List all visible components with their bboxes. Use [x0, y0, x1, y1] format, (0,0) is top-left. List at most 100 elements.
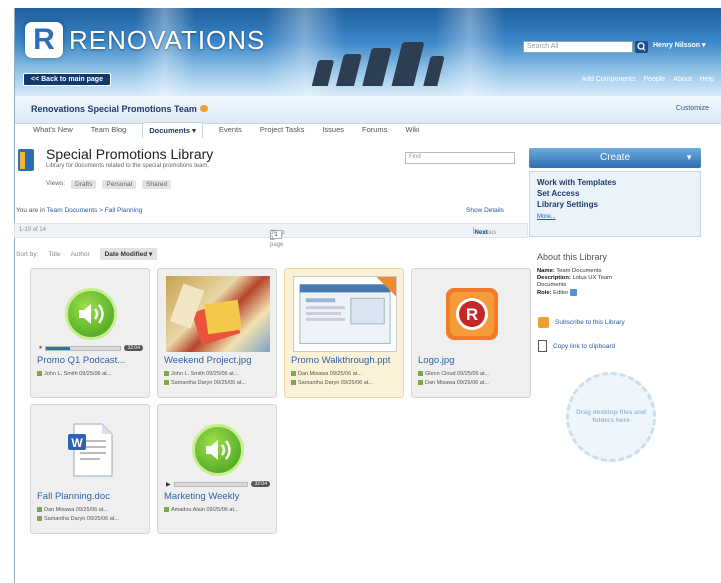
add-components-link[interactable]: Add Components — [581, 76, 635, 83]
file-thumbnail[interactable] — [166, 412, 270, 488]
file-card[interactable]: Weekend Project.jpg John L. Smith 09/25/… — [157, 268, 277, 398]
drop-zone-text: Drag desktop files and folders here — [576, 409, 646, 424]
work-with-templates-link[interactable]: Work with Templates — [537, 178, 693, 187]
audio-player[interactable]: ⏸ 32:04 — [39, 344, 143, 352]
file-card[interactable]: W Fall Planning.doc Dan Misawa 09/25/06 … — [30, 404, 150, 534]
view-drafts[interactable]: Drafts — [71, 180, 97, 189]
tab-team-blog[interactable]: Team Blog — [89, 122, 128, 138]
audio-icon — [192, 424, 244, 476]
create-label: Create — [599, 152, 630, 163]
breadcrumb-path[interactable]: Team Documents > Fall Planning — [47, 207, 143, 214]
tab-project-tasks[interactable]: Project Tasks — [258, 122, 306, 138]
customize-link[interactable]: Customize — [676, 105, 709, 112]
global-search-input[interactable]: Search All — [523, 41, 633, 53]
tab-issues[interactable]: Issues — [320, 122, 346, 138]
people-link[interactable]: People — [644, 76, 666, 83]
help-link[interactable]: Help — [700, 76, 714, 83]
view-personal[interactable]: Personal — [102, 180, 137, 189]
paint-swatch-icon — [169, 283, 242, 346]
copy-label: Copy link to clipboard — [553, 342, 616, 350]
file-card[interactable]: ▶ 32:04 Marketing Weekly Amadou Alain 09… — [157, 404, 277, 534]
file-meta: Dan Misawa 09/25/06 at... — [37, 507, 108, 513]
back-to-main-button[interactable]: << Back to main page — [23, 73, 111, 86]
show-details-link[interactable]: Show Details — [466, 207, 504, 214]
file-meta: Samantha Daryn 09/25/06 at... — [164, 380, 246, 386]
team-name: Renovations Special Promotions Team — [31, 104, 208, 114]
file-title[interactable]: Promo Walkthrough.ppt — [291, 355, 401, 366]
pager-links: Previous | Next — [473, 227, 497, 236]
copy-link[interactable]: Copy link to clipboard — [538, 340, 615, 352]
tab-documents[interactable]: Documents ▾ — [142, 122, 203, 138]
tab-wiki[interactable]: Wiki — [403, 122, 421, 138]
file-meta: Dan Misawa 09/25/06 at... — [418, 380, 489, 386]
breadcrumb: You are in Team Documents > Fall Plannin… — [16, 207, 142, 214]
clipboard-icon — [538, 340, 547, 352]
file-title[interactable]: Promo Q1 Podcast... — [37, 355, 147, 366]
presentation-thumbnail[interactable] — [293, 276, 397, 352]
help-icon[interactable] — [569, 289, 577, 296]
more-link[interactable]: More... — [537, 214, 556, 220]
file-card[interactable]: R Logo.jpg Glenn Cloud 09/25/06 at... Da… — [411, 268, 531, 398]
audio-player[interactable]: ▶ 32:04 — [166, 480, 270, 488]
audio-progress[interactable] — [173, 481, 249, 487]
presentation-icon — [299, 277, 396, 344]
file-title[interactable]: Marketing Weekly — [164, 491, 274, 502]
user-menu[interactable]: Henry Nilsson ▾ — [653, 41, 706, 49]
file-title[interactable]: Fall Planning.doc — [37, 491, 147, 502]
about-title: About this Library — [537, 252, 608, 262]
file-card[interactable]: Promo Walkthrough.ppt Dan Misawa 09/25/0… — [284, 268, 404, 398]
views-label: Views: — [46, 180, 66, 187]
play-icon[interactable]: ▶ — [166, 481, 171, 488]
file-thumbnail[interactable] — [39, 276, 143, 352]
tab-forums[interactable]: Forums — [360, 122, 389, 138]
rss-icon[interactable] — [199, 105, 208, 112]
set-access-link[interactable]: Set Access — [537, 189, 693, 198]
file-meta: Dan Misawa 09/25/06 at... — [291, 371, 362, 377]
search-icon — [637, 42, 646, 51]
sort-label: Sort by: — [16, 250, 39, 258]
sort-author[interactable]: Author — [70, 251, 89, 258]
tab-whats-new[interactable]: What's New — [31, 122, 75, 138]
library-title: Special Promotions Library — [46, 146, 214, 162]
library-settings-link[interactable]: Library Settings — [537, 200, 693, 209]
file-drop-zone[interactable]: Drag desktop files and folders here — [566, 372, 656, 462]
search-button[interactable] — [635, 41, 648, 53]
view-shared[interactable]: Shared — [142, 180, 171, 189]
file-meta: Samantha Daryn 09/25/06 at... — [291, 380, 373, 386]
create-button[interactable]: Create ▼ — [529, 148, 701, 168]
brand-logo[interactable]: R RENOVATIONS — [25, 22, 265, 58]
file-card[interactable]: ⏸ 32:04 Promo Q1 Podcast... John L. Smit… — [30, 268, 150, 398]
file-meta: Amadou Alain 09/25/06 at... — [164, 507, 239, 513]
page-of: of 2 — [270, 230, 276, 242]
library-description: Library for documents related to the spe… — [46, 163, 210, 169]
file-title[interactable]: Logo.jpg — [418, 355, 528, 366]
file-title[interactable]: Weekend Project.jpg — [164, 355, 274, 366]
audio-icon — [65, 288, 117, 340]
sort-date-modified[interactable]: Date Modified ▾ — [99, 248, 158, 260]
about-info: Name: Team Documents Description: Lotus … — [537, 268, 612, 297]
audio-progress[interactable] — [45, 345, 122, 351]
svg-text:W: W — [71, 436, 83, 450]
audio-time: 32:04 — [251, 481, 270, 487]
subscribe-label: Subscribe to this Library — [555, 319, 625, 326]
word-document-icon: W — [68, 423, 113, 477]
find-input[interactable]: Find — [405, 152, 515, 164]
feed-icon — [538, 317, 549, 328]
about-link[interactable]: About — [673, 76, 691, 83]
document-thumbnail[interactable]: W — [39, 412, 143, 488]
next-link[interactable]: Next — [475, 230, 488, 236]
subscribe-link[interactable]: Subscribe to this Library — [538, 317, 625, 328]
tab-events[interactable]: Events — [217, 122, 244, 138]
header-banner: R RENOVATIONS Search All Henry Nilsson ▾… — [15, 8, 721, 96]
audio-time: 32:04 — [124, 345, 143, 351]
svg-text:R: R — [466, 305, 478, 324]
pause-icon[interactable]: ⏸ — [39, 345, 42, 352]
renovations-logo-icon: R — [446, 288, 498, 340]
top-links: Add Components People About Help — [581, 76, 714, 83]
library-icon — [18, 149, 34, 171]
file-meta: Samantha Daryn 09/25/06 at... — [37, 516, 119, 522]
sort-title[interactable]: Title — [48, 251, 60, 258]
logo-thumbnail[interactable]: R — [420, 276, 524, 352]
result-range: 1-10 of 14 — [19, 227, 47, 233]
photo-thumbnail[interactable] — [166, 276, 270, 352]
